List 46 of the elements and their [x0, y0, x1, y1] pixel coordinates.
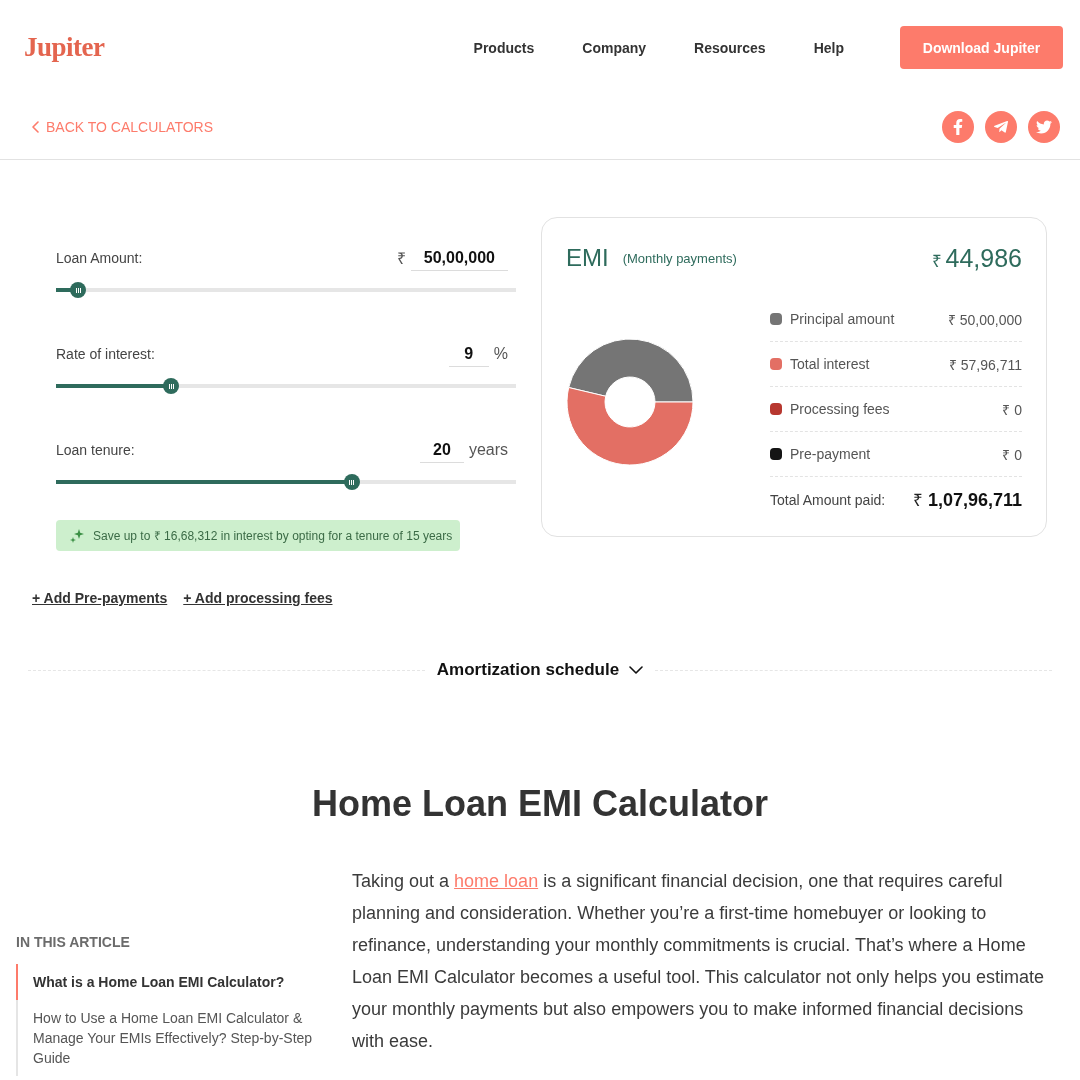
toc-heading: IN THIS ARTICLE — [16, 933, 130, 951]
page-heading: Home Loan EMI Calculator — [311, 782, 769, 826]
emi-title: EMI — [566, 244, 609, 272]
currency-symbol: ₹ — [931, 250, 942, 272]
slider-thumb[interactable] — [343, 474, 360, 490]
field-label: Loan tenure: — [56, 442, 135, 458]
emi-amount: 44,986 — [945, 243, 1022, 273]
legend-amount: ₹ 0 — [1002, 445, 1022, 464]
add-link[interactable]: + Add Pre-payments — [32, 589, 168, 607]
currency-symbol: ₹ — [396, 249, 406, 269]
legend-label: Principal amount — [790, 311, 895, 327]
nav-link[interactable]: Help — [813, 39, 844, 56]
legend-amount: ₹ 57,96,711 — [948, 355, 1022, 374]
facebook-icon[interactable] — [942, 111, 974, 143]
unit-label: years — [468, 441, 508, 459]
unit-label: % — [493, 345, 508, 363]
slider-thumb[interactable] — [70, 282, 87, 298]
toc-item[interactable]: What is a Home Loan EMI Calculator? — [16, 964, 352, 1000]
amortization-toggle[interactable]: Amortization schedule — [432, 660, 648, 680]
twitter-icon[interactable] — [1028, 111, 1060, 143]
currency-symbol: ₹ — [912, 490, 923, 511]
total-label: Total Amount paid: — [770, 491, 886, 508]
total-amount: 1,07,96,711 — [927, 490, 1022, 511]
field-label: Rate of interest: — [56, 346, 155, 362]
legend-amount: ₹ 0 — [1002, 400, 1022, 419]
input-field[interactable]: 50,00,000 — [410, 245, 508, 271]
tip-text: Save up to ₹ 16,68,312 in interest by opting for a tenure of 15 years — [93, 528, 453, 544]
nav-link[interactable]: Products — [473, 39, 535, 56]
emi-subtitle: (Monthly payments) — [622, 250, 737, 266]
toc-item[interactable]: How to Use a Home Loan EMI Calculator & Manage Your EMIs Effectively? Step-by-Step Guide — [16, 1000, 352, 1076]
nav-link[interactable]: Company — [582, 39, 647, 56]
legend-label: Processing fees — [790, 401, 890, 417]
input-field[interactable]: 20 — [420, 437, 464, 463]
nav-link[interactable]: Resources — [694, 39, 766, 56]
chevron-down-icon — [629, 666, 644, 674]
input-field[interactable]: 9 — [448, 341, 489, 367]
sparkle-icon — [70, 528, 84, 543]
chevron-left-icon — [32, 121, 39, 133]
article-paragraph: Taking out a home loan is a significant financial decision, one that requires careful planning and consideration. Whether you’re a first-time homebuyer or looking to refinance, understanding your monthly commitments is crucial. That’s where a Home Loan EMI Calculator becomes a useful tool. This calculator not only helps you estimate your monthly payments but also empowers you to make informed financial decisions with ease. — [352, 870, 1046, 1053]
add-link[interactable]: + Add processing fees — [183, 589, 333, 607]
slider-thumb[interactable] — [163, 378, 179, 394]
legend-label: Pre-payment — [790, 446, 871, 462]
telegram-icon[interactable] — [985, 111, 1017, 143]
legend-amount: ₹ 50,00,000 — [947, 310, 1022, 329]
legend-label: Total interest — [790, 356, 870, 372]
field-label: Loan Amount: — [56, 250, 143, 266]
